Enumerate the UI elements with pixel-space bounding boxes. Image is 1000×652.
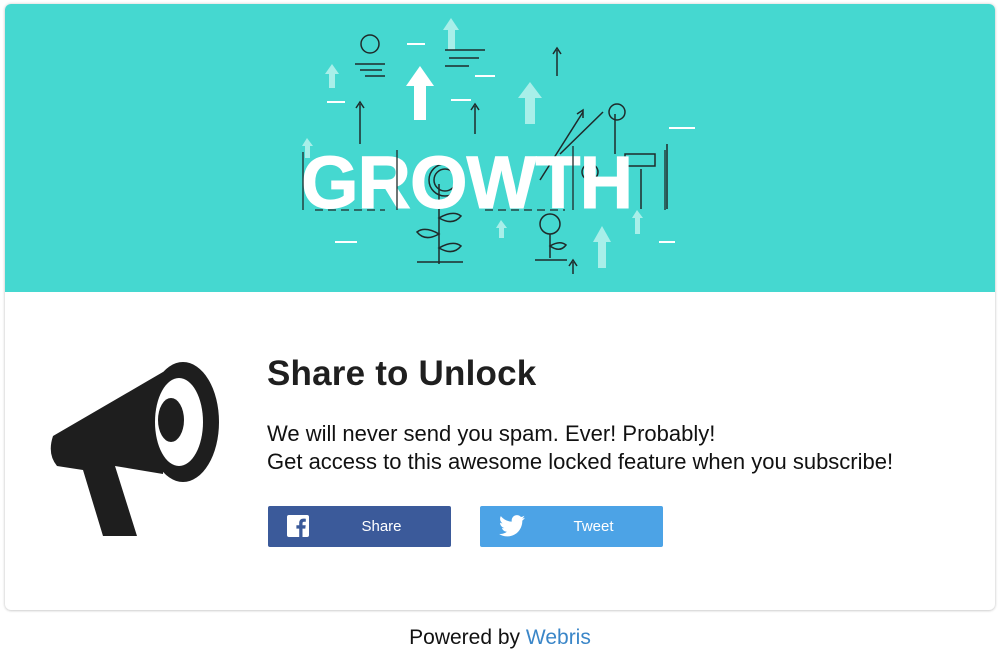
powered-by-footer: Powered by Webris [0, 626, 1000, 650]
tweet-button-label: Tweet [573, 518, 614, 535]
twitter-tweet-button[interactable]: Tweet [480, 506, 663, 547]
growth-word: GROWTH [301, 141, 632, 224]
megaphone-icon [50, 362, 219, 536]
page-title: Share to Unlock [267, 354, 537, 393]
powered-by-text: Powered by [409, 626, 521, 649]
webris-link[interactable]: Webris [526, 626, 591, 649]
description: We will never send you spam. Ever! Proba… [267, 420, 893, 476]
facebook-share-button[interactable]: Share [268, 506, 451, 547]
share-to-unlock-card: GROWTH Share to Unlock We will never sen… [5, 4, 995, 610]
growth-illustration: GROWTH [301, 18, 695, 274]
description-line: We will never send you spam. Ever! Proba… [267, 421, 716, 446]
share-button-label: Share [361, 518, 402, 535]
description-line: Get access to this awesome locked featur… [267, 449, 894, 474]
growth-banner: GROWTH [5, 4, 995, 292]
